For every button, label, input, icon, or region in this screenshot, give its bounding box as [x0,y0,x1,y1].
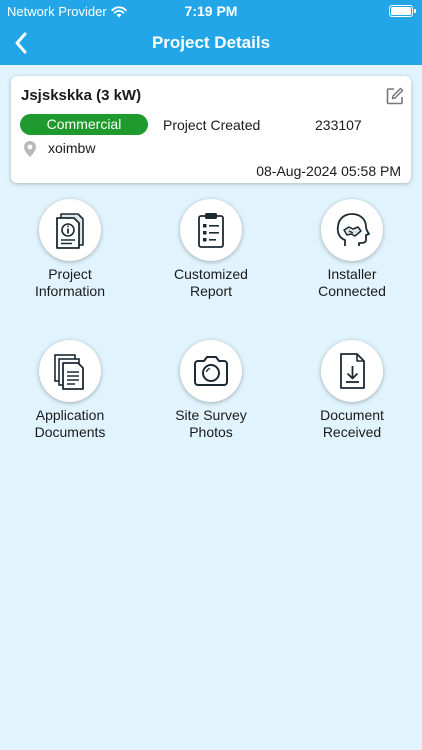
edit-icon [386,87,404,105]
tile-label: Document Received [320,407,384,440]
tile-label: Customized Report [174,266,248,299]
tile-label: Installer Connected [318,266,386,299]
battery-icon [389,5,416,17]
clock: 7:19 PM [184,3,238,19]
project-card[interactable]: Jsjskskka (3 kW) Commercial Project Crea… [11,76,411,183]
tile-project-information[interactable]: Project Information [9,199,129,319]
tile-application-documents[interactable]: Application Documents [9,340,129,460]
tile-installer-connected[interactable]: Installer Connected [291,199,411,319]
page-title: Project Details [151,33,271,52]
project-status: Project Created [163,117,261,133]
status-bar: Network Provider 7:19 PM [0,0,422,22]
edit-button[interactable] [385,86,405,106]
tile-label: Project Information [34,266,106,299]
tile-document-received[interactable]: Document Received [291,340,411,460]
info-document-icon [56,213,84,249]
category-badge: Commercial [20,114,148,135]
tile-label: Site Survey Photos [175,407,247,440]
location-pin-icon [24,141,36,157]
checklist-clipboard-icon [198,213,224,248]
handshake-head-icon [336,213,370,246]
download-document-icon [340,353,365,389]
camera-icon [194,356,228,386]
nav-header: Network Provider 7:19 PM Project Details [0,0,422,65]
documents-stack-icon [54,354,84,390]
tile-label: Application Documents [34,407,106,440]
project-id: 233107 [315,117,362,133]
project-datetime: 08-Aug-2024 05:58 PM [256,163,401,179]
tile-site-survey-photos[interactable]: Site Survey Photos [150,340,270,460]
tile-customized-report[interactable]: Customized Report [150,199,270,319]
project-name: Jsjskskka (3 kW) [21,87,142,104]
project-location: xoimbw [48,140,96,156]
